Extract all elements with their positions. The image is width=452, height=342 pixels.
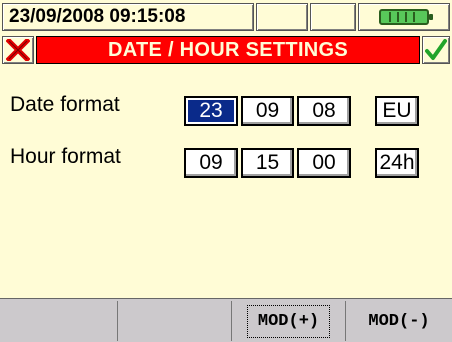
status-slot-2 [310, 3, 356, 31]
date-year-field[interactable]: 08 [297, 96, 351, 126]
checkmark-icon [425, 39, 447, 60]
hour-format-label: Hour format [10, 145, 121, 168]
date-month-field[interactable]: 09 [241, 96, 294, 126]
status-slot-1 [256, 3, 308, 31]
mod-plus-button[interactable]: MOD(+) [232, 301, 346, 341]
battery-full-icon [379, 9, 433, 25]
settings-screen: 23/09/2008 09:15:08 DATE / HOUR SETTINGS [0, 0, 452, 342]
mod-plus-label: MOD(+) [246, 304, 331, 338]
close-x-icon [6, 39, 30, 61]
hour-hours-field[interactable]: 09 [184, 148, 238, 178]
date-format-field[interactable]: EU [375, 96, 419, 126]
date-day-field[interactable]: 23 [184, 96, 238, 126]
hour-minutes-field[interactable]: 15 [241, 148, 294, 178]
hour-seconds-field[interactable]: 00 [297, 148, 351, 178]
page-title: DATE / HOUR SETTINGS [36, 36, 420, 64]
hour-format-field[interactable]: 24h [375, 148, 419, 178]
mod-minus-button[interactable]: MOD(-) [346, 301, 452, 341]
function-key-1[interactable] [0, 301, 118, 341]
confirm-button[interactable] [422, 36, 450, 64]
function-key-bar: MOD(+) MOD(-) [0, 298, 452, 342]
cancel-button[interactable] [2, 36, 34, 64]
battery-indicator [358, 3, 450, 31]
status-datetime: 23/09/2008 09:15:08 [2, 3, 254, 31]
date-format-label: Date format [10, 93, 120, 116]
function-key-2[interactable] [118, 301, 232, 341]
status-bar: 23/09/2008 09:15:08 [0, 0, 452, 34]
title-bar: DATE / HOUR SETTINGS [0, 34, 452, 68]
mod-minus-label: MOD(-) [368, 311, 430, 331]
